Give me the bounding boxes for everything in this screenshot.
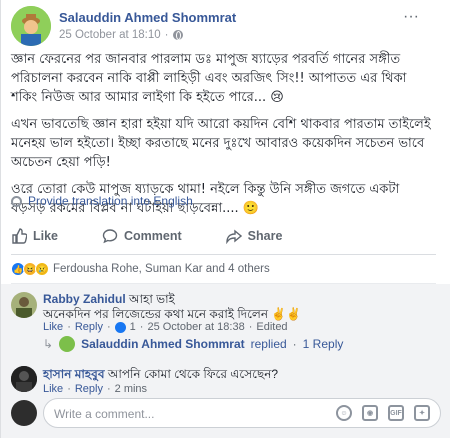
commenter-avatar[interactable] <box>11 292 37 318</box>
gear-icon <box>11 195 22 207</box>
comment-edited: Edited <box>256 321 288 333</box>
post-paragraph: এখন ভাবতেছি জ্ঞান হারা হইয়া যদি আরো কয়… <box>11 117 431 170</box>
emoji-icon[interactable]: ☺ <box>336 405 352 421</box>
thumbs-up-icon <box>12 228 27 244</box>
author-avatar[interactable] <box>11 6 51 46</box>
sticker-icon[interactable]: ✦ <box>414 405 430 421</box>
action-bar: Like Comment Share <box>1 220 450 252</box>
like-count-icon <box>114 321 126 333</box>
comment-like-link[interactable]: Like <box>43 321 63 333</box>
translate-label: Provide translation into English <box>28 194 193 208</box>
post-card: Salauddin Ahmed Shommrat 25 October at 1… <box>0 0 450 438</box>
comment-time[interactable]: 2 mins <box>115 383 147 395</box>
share-icon <box>225 229 242 244</box>
more-options-icon[interactable]: ··· <box>403 8 419 26</box>
reactions-summary[interactable]: 👍 😆 😢 Ferdousha Rohe, Suman Kar and 4 ot… <box>11 262 270 276</box>
reactions-text: Ferdousha Rohe, Suman Kar and 4 others <box>53 263 270 275</box>
commenter-avatar[interactable] <box>11 366 37 392</box>
reply-verb: replied <box>250 337 287 351</box>
share-label: Share <box>247 229 283 243</box>
comment-input[interactable] <box>54 405 274 423</box>
meta-separator: · <box>164 29 169 41</box>
commenter-name[interactable]: হাসান মাহবুব <box>43 367 105 381</box>
reaction-icons: 👍 😆 😢 <box>11 262 49 276</box>
gif-icon[interactable]: GIF <box>388 405 404 421</box>
comment-label: Comment <box>124 229 182 243</box>
comment-line: অনেকদিন পর লিজেন্ডের কথা মনে করাই দিলেন … <box>43 307 302 321</box>
comment-time[interactable]: 25 October at 18:38 <box>147 321 244 333</box>
comment-like-count: 1 <box>129 321 136 333</box>
comment-meta: Like · Reply · 1 · 25 October at 18:38 ·… <box>43 321 288 333</box>
comment-like-link[interactable]: Like <box>43 383 63 395</box>
user-avatar <box>11 400 37 426</box>
comment-text: Rabby Zahidul আহা ভাই অনেকদিন পর লিজেন্ড… <box>43 292 433 322</box>
reply-thread[interactable]: ↳ Salauddin Ahmed Shommrat replied · 1 R… <box>43 336 343 352</box>
comment-inline: আপনি কোমা থেকে ফিরে এসেছেন? <box>107 367 279 381</box>
like-button[interactable]: Like <box>11 228 58 244</box>
post-meta: 25 October at 18:10 · <box>59 29 183 41</box>
comment-reply-link[interactable]: Reply <box>75 383 103 395</box>
commenter-name[interactable]: Rabby Zahidul <box>43 292 126 306</box>
comment-meta: Like · Reply · 2 mins <box>43 383 148 395</box>
like-label: Like <box>33 229 59 243</box>
author-name[interactable]: Salauddin Ahmed Shommrat <box>59 10 236 25</box>
share-button[interactable]: Share <box>225 228 283 244</box>
divider <box>11 254 436 255</box>
comment-composer[interactable]: ☺ ◉ GIF ✦ <box>43 398 441 428</box>
camera-icon[interactable]: ◉ <box>362 405 378 421</box>
globe-icon <box>172 30 183 40</box>
comment-icon <box>102 229 118 244</box>
translate-link[interactable]: Provide translation into English <box>11 194 193 208</box>
post-paragraph: জ্ঞান ফেরনের পর জানবার পারলাম ডঃ মাপুজ ষ… <box>11 52 407 105</box>
reply-author: Salauddin Ahmed Shommrat <box>81 337 245 351</box>
reply-avatar <box>59 336 76 352</box>
sad-reaction-icon: 😢 <box>35 262 49 276</box>
comment-inline: আহা ভাই <box>129 292 175 306</box>
reply-arrow-icon: ↳ <box>43 337 54 351</box>
comment-text: হাসান মাহবুব আপনি কোমা থেকে ফিরে এসেছেন? <box>43 367 433 382</box>
reply-count: 1 Reply <box>302 337 344 351</box>
comment-button[interactable]: Comment <box>102 228 182 244</box>
composer-icons: ☺ ◉ GIF ✦ <box>336 405 430 421</box>
post-time[interactable]: 25 October at 18:10 <box>59 29 161 41</box>
comment-reply-link[interactable]: Reply <box>75 321 103 333</box>
